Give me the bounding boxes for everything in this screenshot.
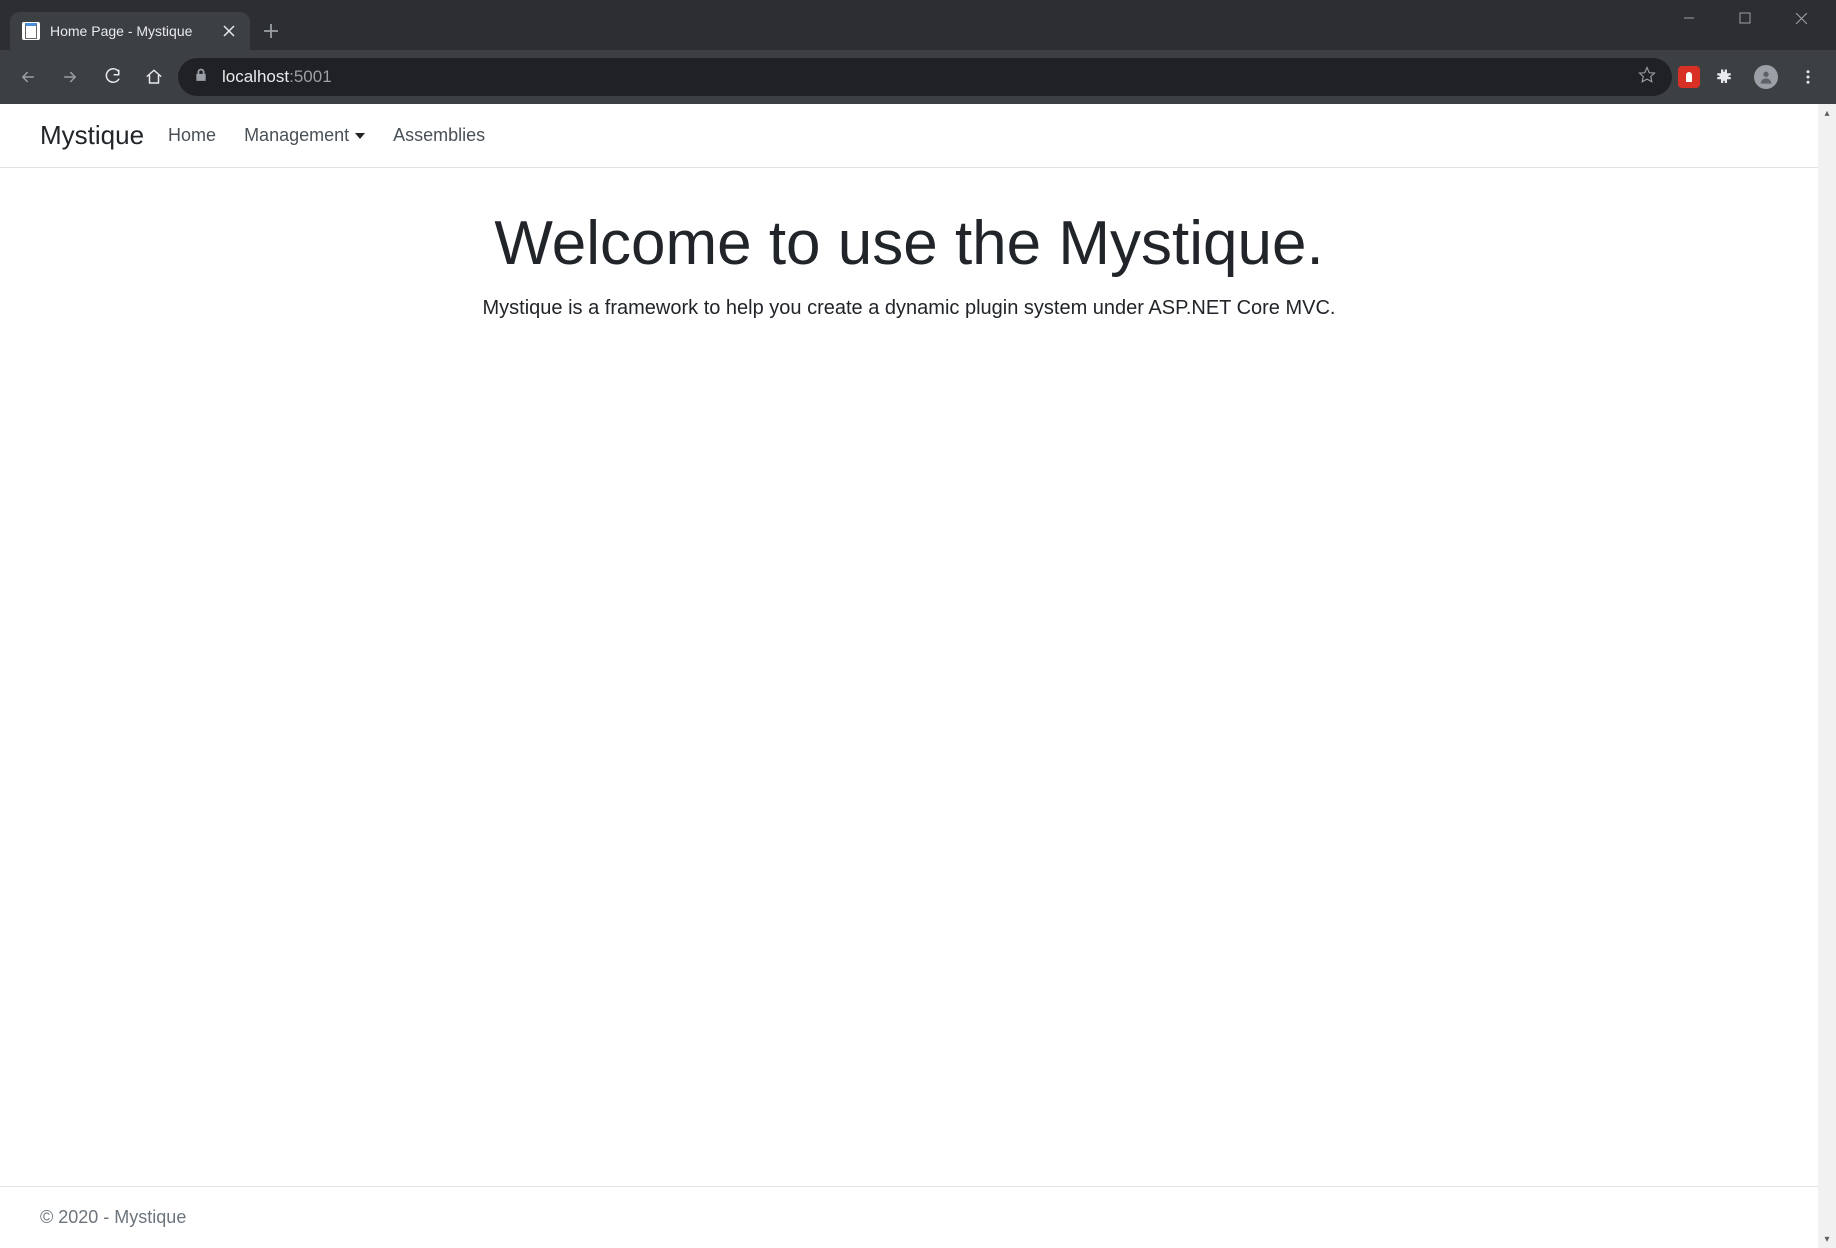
page-viewport: Mystique Home Management Assemblies Welc… — [0, 104, 1818, 1248]
close-tab-icon[interactable] — [220, 22, 238, 40]
reload-button[interactable] — [94, 59, 130, 95]
maximize-button[interactable] — [1728, 6, 1762, 30]
nav-link-label: Management — [244, 125, 349, 146]
forward-button[interactable] — [52, 59, 88, 95]
address-bar[interactable]: localhost:5001 — [178, 58, 1672, 96]
home-button[interactable] — [136, 59, 172, 95]
favicon-icon — [22, 22, 40, 40]
url-host: localhost — [222, 67, 289, 87]
scrollbar-down-icon[interactable]: ▾ — [1818, 1230, 1836, 1248]
extensions-icon[interactable] — [1706, 59, 1742, 95]
lock-icon — [194, 67, 208, 87]
url-port: :5001 — [289, 67, 332, 87]
profile-icon[interactable] — [1748, 59, 1784, 95]
window-controls — [1672, 0, 1836, 30]
tab-title: Home Page - Mystique — [50, 23, 210, 39]
nav-link-assemblies[interactable]: Assemblies — [389, 121, 489, 150]
back-button[interactable] — [10, 59, 46, 95]
viewport-wrapper: Mystique Home Management Assemblies Welc… — [0, 104, 1836, 1248]
kebab-menu-icon[interactable] — [1790, 59, 1826, 95]
browser-chrome: Home Page - Mystique — [0, 0, 1836, 104]
navbar-brand[interactable]: Mystique — [40, 120, 144, 151]
browser-toolbar: localhost:5001 — [0, 50, 1836, 104]
close-window-button[interactable] — [1784, 6, 1818, 30]
minimize-button[interactable] — [1672, 6, 1706, 30]
bookmark-star-icon[interactable] — [1638, 66, 1656, 89]
nav-link-management[interactable]: Management — [240, 121, 369, 150]
scrollbar[interactable]: ▴ ▾ — [1818, 104, 1836, 1248]
new-tab-button[interactable] — [250, 12, 292, 50]
nav-link-label: Assemblies — [393, 125, 485, 146]
extension-badge-icon[interactable] — [1678, 66, 1700, 88]
site-footer: © 2020 - Mystique — [0, 1186, 1818, 1248]
scrollbar-up-icon[interactable]: ▴ — [1818, 104, 1836, 122]
site-navbar: Mystique Home Management Assemblies — [0, 104, 1818, 168]
hero-title: Welcome to use the Mystique. — [20, 208, 1798, 279]
nav-link-home[interactable]: Home — [164, 121, 220, 150]
nav-link-label: Home — [168, 125, 216, 146]
title-bar: Home Page - Mystique — [0, 0, 1836, 50]
browser-tab[interactable]: Home Page - Mystique — [10, 12, 250, 50]
tabs-area: Home Page - Mystique — [10, 0, 292, 50]
caret-down-icon — [355, 133, 365, 139]
main-content: Welcome to use the Mystique. Mystique is… — [0, 168, 1818, 1186]
hero-subtitle: Mystique is a framework to help you crea… — [20, 297, 1798, 320]
footer-text: © 2020 - Mystique — [40, 1207, 186, 1227]
